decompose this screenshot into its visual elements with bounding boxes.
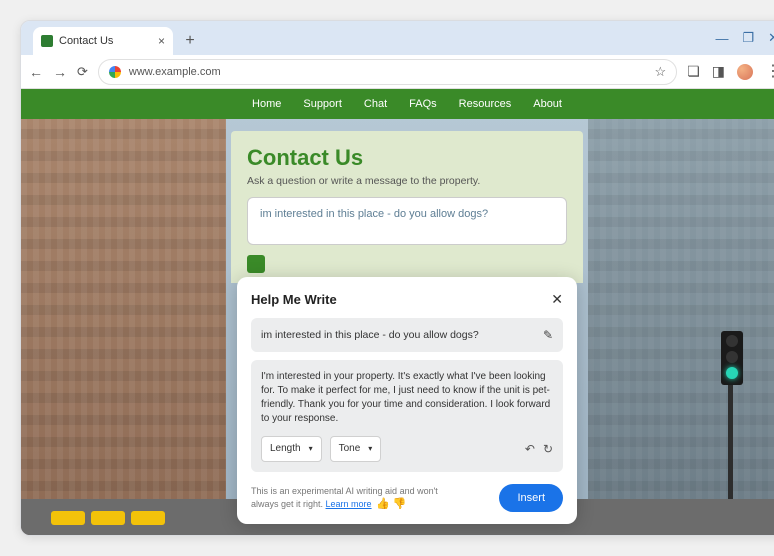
favicon-icon	[41, 35, 53, 47]
toolbar-right: ❏ ◨ ⋮	[687, 63, 774, 80]
menu-icon[interactable]: ⋮	[765, 64, 774, 80]
message-textarea[interactable]: im interested in this place - do you all…	[247, 197, 567, 245]
tab-strip: Contact Us × + — ❐ ✕	[21, 21, 774, 55]
nav-link-about[interactable]: About	[533, 98, 562, 110]
tab-close-icon[interactable]: ×	[158, 34, 165, 48]
browser-tab[interactable]: Contact Us ×	[33, 27, 173, 55]
window-close-button[interactable]: ✕	[768, 30, 774, 46]
site-nav: Home Support Chat FAQs Resources About	[21, 89, 774, 119]
generated-text: I'm interested in your property. It's ex…	[261, 370, 553, 426]
generated-box: I'm interested in your property. It's ex…	[251, 360, 563, 472]
page-content: Home Support Chat FAQs Resources About C…	[21, 89, 774, 535]
window-controls: — ❐ ✕	[715, 21, 774, 55]
submit-button[interactable]	[247, 255, 265, 273]
help-me-write-panel: Help Me Write ✕ im interested in this pl…	[237, 277, 577, 524]
original-prompt-text: im interested in this place - do you all…	[261, 329, 479, 341]
bookmark-star-icon[interactable]: ☆	[655, 64, 667, 80]
building-right	[588, 119, 774, 535]
new-tab-button[interactable]: +	[179, 30, 201, 52]
reload-button[interactable]: ⟳	[77, 64, 88, 80]
nav-link-resources[interactable]: Resources	[459, 98, 512, 110]
traffic-light-green	[726, 367, 738, 379]
window-minimize-button[interactable]: —	[715, 31, 728, 46]
side-panel-icon[interactable]: ◨	[712, 63, 725, 80]
nav-link-chat[interactable]: Chat	[364, 98, 387, 110]
close-icon[interactable]: ✕	[551, 291, 563, 308]
window-restore-button[interactable]: ❐	[742, 30, 754, 46]
chevron-down-icon: ▾	[368, 443, 372, 454]
page-title: Contact Us	[247, 145, 567, 171]
modal-title: Help Me Write	[251, 292, 337, 307]
undo-icon[interactable]: ↶	[525, 441, 535, 458]
traffic-light	[721, 331, 743, 385]
tone-label: Tone	[339, 442, 361, 456]
chevron-down-icon: ▾	[309, 443, 313, 454]
nav-link-faqs[interactable]: FAQs	[409, 98, 437, 110]
url-text: www.example.com	[129, 66, 221, 78]
thumbs-up-icon[interactable]: 👍	[376, 497, 390, 512]
taxi-icon	[131, 511, 165, 525]
forward-button[interactable]: →	[53, 64, 67, 80]
page-subtitle: Ask a question or write a message to the…	[247, 175, 567, 187]
site-info-icon[interactable]	[109, 66, 121, 78]
back-button[interactable]: ←	[29, 64, 43, 80]
extensions-icon[interactable]: ❏	[687, 63, 700, 80]
taxi-icon	[91, 511, 125, 525]
tone-dropdown[interactable]: Tone ▾	[330, 436, 382, 462]
browser-window: Contact Us × + — ❐ ✕ ← → ⟳ www.example.c…	[20, 20, 774, 536]
tab-title: Contact Us	[59, 35, 113, 47]
traffic-light-red	[726, 335, 738, 347]
disclaimer-text: This is an experimental AI writing aid a…	[251, 485, 441, 512]
contact-card: Contact Us Ask a question or write a mes…	[231, 131, 583, 283]
nav-link-support[interactable]: Support	[303, 98, 342, 110]
nav-link-home[interactable]: Home	[252, 98, 281, 110]
length-dropdown[interactable]: Length ▾	[261, 436, 322, 462]
taxi-icon	[51, 511, 85, 525]
learn-more-link[interactable]: Learn more	[326, 499, 372, 509]
length-label: Length	[270, 442, 301, 456]
browser-toolbar: ← → ⟳ www.example.com ☆ ❏ ◨ ⋮	[21, 55, 774, 89]
insert-button[interactable]: Insert	[499, 484, 563, 512]
message-value: im interested in this place - do you all…	[260, 208, 488, 220]
original-prompt-row: im interested in this place - do you all…	[251, 318, 563, 352]
regenerate-icon[interactable]: ↻	[543, 441, 553, 458]
thumbs-down-icon[interactable]: 👎	[393, 497, 407, 512]
building-left	[21, 119, 226, 535]
edit-prompt-icon[interactable]: ✎	[543, 328, 553, 342]
traffic-light-yellow	[726, 351, 738, 363]
profile-avatar[interactable]	[737, 64, 753, 80]
address-bar[interactable]: www.example.com ☆	[98, 59, 677, 85]
